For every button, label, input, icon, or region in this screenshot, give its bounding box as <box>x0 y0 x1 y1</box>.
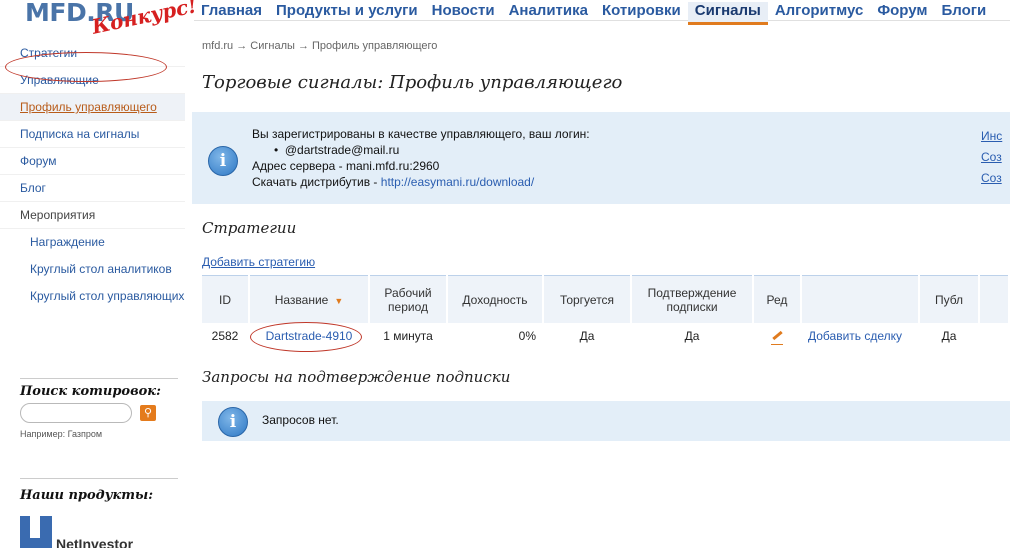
netinvestor-logo[interactable]: NetInvestor <box>20 514 160 548</box>
info-icon: i <box>208 146 238 176</box>
netinvestor-logo-icon <box>20 516 52 548</box>
sidebar-item-events: Мероприятия <box>0 202 185 229</box>
download-link[interactable]: http://easymani.ru/download/ <box>381 175 534 189</box>
column-header-actions <box>801 275 920 323</box>
cell-public: Да <box>919 323 980 349</box>
cell-extra <box>979 323 1010 349</box>
page-title: Торговые сигналы: Профиль управляющего <box>202 72 623 93</box>
info-icon: i <box>218 407 248 437</box>
site-logo[interactable]: MFD.RU Конкурс! <box>25 0 199 40</box>
sidebar-item-subscription[interactable]: Подписка на сигналы <box>0 121 185 148</box>
sidebar-sub-analysts-roundtable[interactable]: Круглый стол аналитиков <box>0 256 185 283</box>
info-server: Адрес сервера - mani.mfd.ru:2960 <box>252 159 440 173</box>
requests-empty-text: Запросов нет. <box>262 413 339 427</box>
info-download-prefix: Скачать дистрибутив - <box>252 175 381 189</box>
column-header-extra <box>979 275 1010 323</box>
column-header-id[interactable]: ID <box>202 275 250 323</box>
column-header-name-label: Название <box>274 292 329 307</box>
column-header-yield[interactable]: Доходность <box>447 275 544 323</box>
sidebar-divider <box>20 378 178 379</box>
info-right-links: Инс Соз Соз <box>981 126 1002 189</box>
cell-id: 2582 <box>202 323 250 349</box>
products-title: Наши продукты: <box>20 488 154 503</box>
add-strategy-link[interactable]: Добавить стратегию <box>202 255 315 269</box>
sidebar-item-manager-profile[interactable]: Профиль управляющего <box>0 94 185 121</box>
sidebar-item-blog[interactable]: Блог <box>0 175 185 202</box>
nav-blogs[interactable]: Блоги <box>935 2 994 22</box>
netinvestor-logo-text: NetInvestor <box>56 536 134 548</box>
table-header-row: ID Название ▼ Рабочий период Доходность Т… <box>202 275 1010 323</box>
nav-analytics[interactable]: Аналитика <box>502 2 595 22</box>
edit-pencil-icon[interactable] <box>753 323 802 349</box>
info-registered-text: Вы зарегистрированы в качестве управляющ… <box>252 127 590 141</box>
cell-traded: Да <box>543 323 632 349</box>
quote-search: Поиск котировок: ⚲ Например: Газпром <box>20 384 178 439</box>
right-link-1[interactable]: Инс <box>981 126 1002 147</box>
column-header-traded[interactable]: Торгуется <box>543 275 632 323</box>
nav-quotes[interactable]: Котировки <box>595 2 688 22</box>
annotation-ellipse-sidebar <box>5 52 167 82</box>
quote-search-title: Поиск котировок: <box>20 384 161 399</box>
strategies-title: Стратегии <box>202 219 297 237</box>
info-download: Скачать дистрибутив - http://easymani.ru… <box>252 174 590 190</box>
sidebar-sub-managers-roundtable[interactable]: Круглый стол управляющих <box>0 283 185 310</box>
sidebar-item-forum[interactable]: Форум <box>0 148 185 175</box>
search-icon[interactable]: ⚲ <box>140 405 156 421</box>
info-login: • @dartstrade@mail.ru <box>274 143 400 157</box>
cell-confirm: Да <box>631 323 754 349</box>
info-login-value: @dartstrade@mail.ru <box>284 143 400 157</box>
nav-algorithmus[interactable]: Алгоритмус <box>768 2 871 22</box>
column-header-confirm[interactable]: Подтверждение подписки <box>631 275 754 323</box>
column-header-period[interactable]: Рабочий период <box>369 275 448 323</box>
quote-search-hint: Например: Газпром <box>20 429 103 439</box>
nav-signals[interactable]: Сигналы <box>687 2 768 25</box>
cell-period: 1 минута <box>369 323 448 349</box>
nav-news[interactable]: Новости <box>425 2 502 22</box>
sort-desc-icon: ▼ <box>334 295 344 306</box>
top-navigation: Главная Продукты и услуги Новости Аналитика… <box>194 0 1010 25</box>
breadcrumb: mfd.ru → Сигналы → Профиль управляющего <box>202 40 438 52</box>
right-link-3[interactable]: Соз <box>981 168 1002 189</box>
requests-empty-box: i Запросов нет. <box>202 401 1010 441</box>
annotation-ellipse-strategy <box>250 322 362 352</box>
sidebar-sub-awards[interactable]: Награждение <box>0 229 185 256</box>
add-deal-link[interactable]: Добавить сделку <box>808 329 902 343</box>
column-header-edit: Ред <box>753 275 802 323</box>
column-header-name[interactable]: Название ▼ <box>249 275 370 323</box>
nav-home[interactable]: Главная <box>194 2 269 22</box>
requests-title: Запросы на подтверждение подписки <box>202 368 511 386</box>
sidebar-divider <box>20 478 178 479</box>
nav-products[interactable]: Продукты и услуги <box>269 2 425 22</box>
column-header-public[interactable]: Публ <box>919 275 980 323</box>
cell-yield: 0% <box>447 323 544 349</box>
right-link-2[interactable]: Соз <box>981 147 1002 168</box>
nav-forum[interactable]: Форум <box>870 2 934 22</box>
quote-search-input[interactable] <box>20 403 132 423</box>
manager-info-box: i Вы зарегистрированы в качестве управля… <box>192 112 1010 204</box>
cell-action: Добавить сделку <box>801 323 920 349</box>
